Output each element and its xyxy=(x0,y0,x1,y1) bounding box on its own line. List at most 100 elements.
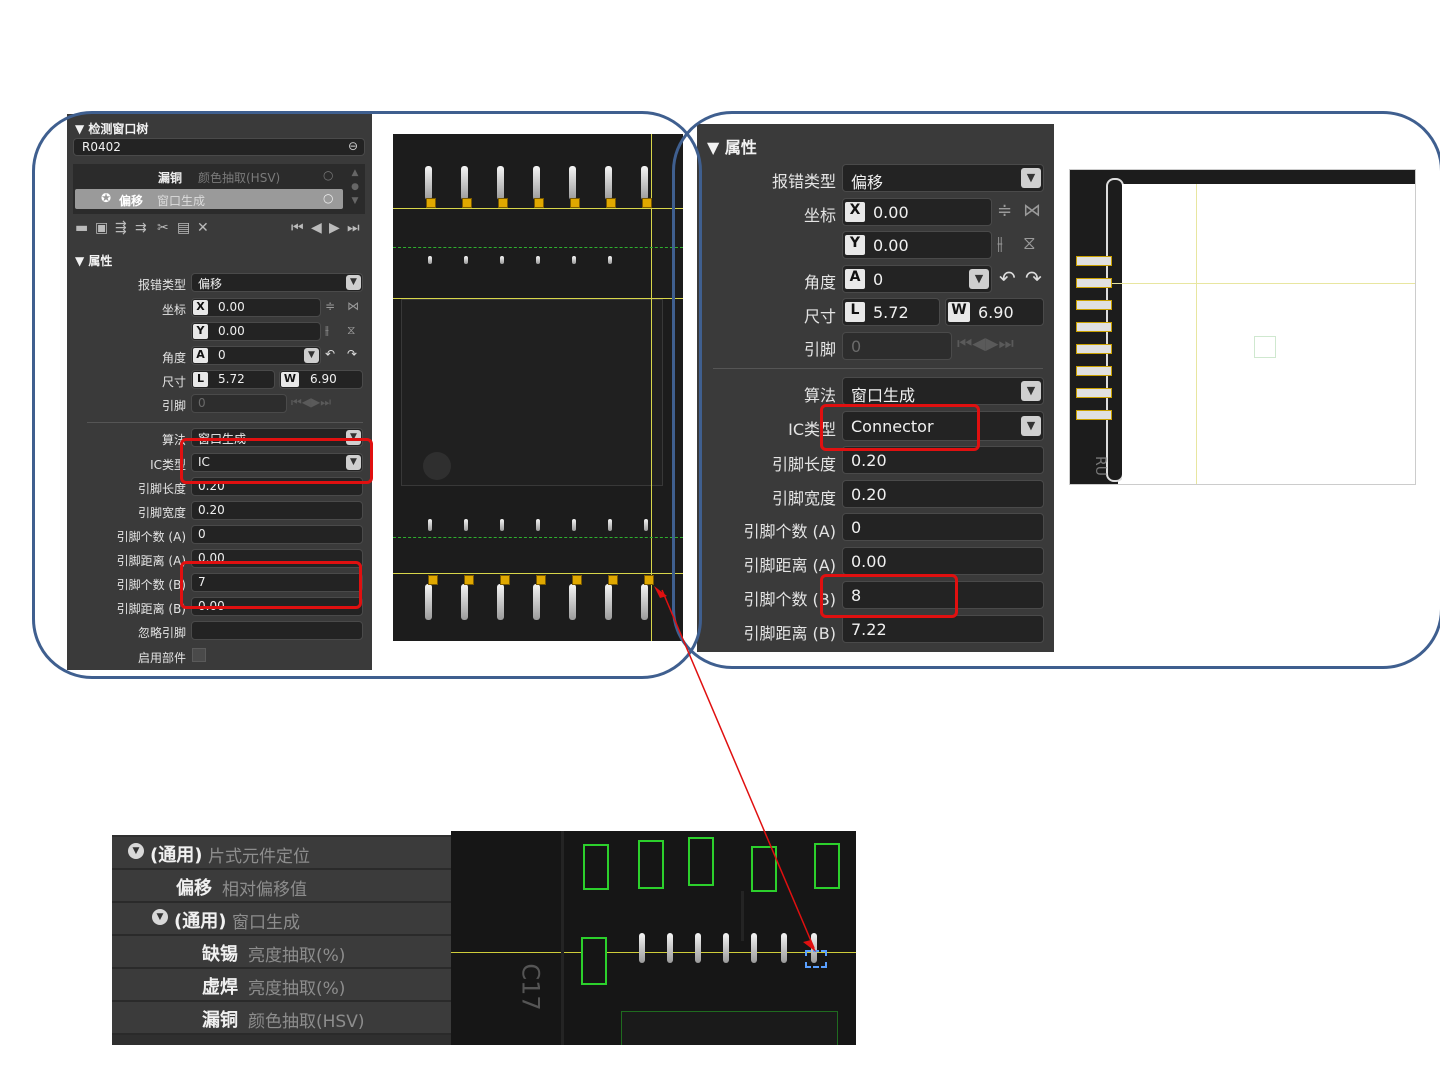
error-type-select[interactable]: 偏移 ▼ xyxy=(191,273,363,292)
paste-icon[interactable]: ▤ xyxy=(177,220,190,236)
props-header[interactable]: ▼ 属性 xyxy=(75,252,112,269)
label-pin: 引脚 xyxy=(803,340,836,359)
align-h-icon[interactable]: ≑ xyxy=(997,200,1012,221)
tree-search-input[interactable]: R0402 ⊖ xyxy=(73,138,365,156)
a-tag: A xyxy=(193,348,208,363)
flip-h-icon[interactable]: ⋈ xyxy=(1023,200,1041,221)
selected-pin-marker xyxy=(805,950,827,968)
lead xyxy=(428,519,432,531)
connector-pin xyxy=(1076,410,1112,420)
pin-count-a-field[interactable]: 0 xyxy=(842,513,1044,541)
guide-line xyxy=(393,298,683,299)
align-v-icon[interactable]: ⫲ xyxy=(997,233,1003,254)
label-coord: 坐标 xyxy=(161,303,186,317)
w-tag: W xyxy=(281,372,299,387)
pin-dist-b-field[interactable]: 7.22 xyxy=(842,615,1044,643)
y-field[interactable]: 0.00 xyxy=(191,322,321,341)
pin-nav-icon[interactable]: ⏮◀▶⏭ xyxy=(291,395,331,410)
chevron-down-icon[interactable]: ▼ xyxy=(304,348,319,363)
algo-select[interactable]: 窗口生成 ▼ xyxy=(842,377,1044,405)
lead xyxy=(723,933,729,963)
lead xyxy=(667,933,673,963)
tree-row[interactable]: 偏移 相对偏移值 xyxy=(112,870,452,903)
lead xyxy=(425,166,432,200)
props-header[interactable]: ▼ 属性 xyxy=(707,134,757,158)
append-icon[interactable]: ⇉ xyxy=(135,220,147,236)
first-icon[interactable]: ⏮ xyxy=(291,220,304,236)
label-coord: 坐标 xyxy=(803,206,836,225)
tree-toolbar: ▬ ▣ ⇶ ⇉ ✂ ▤ ✕ ⏮ ◀ ▶ ⏭ xyxy=(73,220,365,240)
pin1-dot xyxy=(423,452,451,480)
tree-header[interactable]: ▼ 检测窗口树 xyxy=(75,120,148,137)
pad xyxy=(606,198,616,208)
tree-item-copper[interactable]: 漏铜 颜色抽取(HSV) ○ xyxy=(73,166,343,186)
pin-width-field[interactable]: 0.20 xyxy=(842,480,1044,508)
error-type-select[interactable]: 偏移 ▼ xyxy=(842,164,1044,192)
board-pcb-image: C17 xyxy=(451,831,856,1045)
rotate-cw-icon[interactable]: ↷ xyxy=(1025,266,1042,290)
lead xyxy=(497,584,504,620)
flip-h-icon[interactable]: ⋈ xyxy=(347,299,359,313)
lead xyxy=(425,584,432,620)
bottom-tree-panel: ▼ (通用) 片式元件定位 偏移 相对偏移值 ▼ (通用) 窗口生成 缺锡 亮度… xyxy=(112,835,452,1045)
pin-width-field[interactable]: 0.20 xyxy=(191,501,363,520)
board-trace xyxy=(561,831,564,1045)
enable-part-checkbox[interactable] xyxy=(192,648,206,662)
delete-icon[interactable]: ✕ xyxy=(197,220,209,236)
tree-row[interactable]: ▼ (通用) 片式元件定位 xyxy=(112,837,452,870)
radio-icon[interactable]: ○ xyxy=(323,168,333,182)
rotate-ccw-icon[interactable]: ↶ xyxy=(999,266,1016,290)
copy-icon[interactable]: ▣ xyxy=(95,220,108,236)
ignore-pin-field[interactable] xyxy=(191,621,363,640)
insert-icon[interactable]: ⇶ xyxy=(115,220,127,236)
label-pin-dist-a: 引脚距离 (A) xyxy=(116,554,186,568)
pad xyxy=(534,198,544,208)
collapse-circle-icon[interactable]: ▼ xyxy=(152,909,168,925)
pin-dist-a-field[interactable]: 0.00 xyxy=(842,547,1044,575)
flip-v-icon[interactable]: ⧖ xyxy=(1023,233,1036,254)
lead xyxy=(572,519,576,531)
chip-component xyxy=(688,837,714,886)
expand-icon[interactable]: ✪ xyxy=(101,191,111,205)
tree-scrollbar[interactable]: ▲ ● ▼ xyxy=(349,166,361,210)
lead xyxy=(639,933,645,963)
chevron-down-icon[interactable]: ▼ xyxy=(1021,381,1041,401)
pad xyxy=(500,575,510,585)
chevron-down-icon[interactable]: ▼ xyxy=(346,275,361,290)
pad xyxy=(642,198,652,208)
chevron-down-icon[interactable]: ▼ xyxy=(969,269,989,289)
align-v-icon[interactable]: ⫲ xyxy=(325,323,329,338)
y-tag: Y xyxy=(845,235,865,255)
last-icon[interactable]: ⏭ xyxy=(347,220,360,236)
flip-v-icon[interactable]: ⧖ xyxy=(347,323,355,338)
ic-type-highlight xyxy=(820,404,980,451)
tree-row[interactable]: 虚焊 亮度抽取(%) xyxy=(112,969,452,1002)
tree-list: 漏铜 颜色抽取(HSV) ○ ✪ 偏移 窗口生成 ○ ▲ ● ▼ xyxy=(73,164,365,214)
tree-item-offset[interactable]: ✪ 偏移 窗口生成 ○ xyxy=(75,189,343,209)
prev-icon[interactable]: ◀ xyxy=(311,220,322,236)
chevron-down-icon[interactable]: ▼ xyxy=(1021,416,1041,436)
lead xyxy=(572,256,576,264)
pin-nav-icon[interactable]: ⏮◀▶⏭ xyxy=(957,334,1014,354)
radio-icon[interactable]: ○ xyxy=(323,191,333,205)
w-tag: W xyxy=(948,302,970,322)
panel-icon[interactable]: ▬ xyxy=(75,220,88,236)
pin-count-b-highlight xyxy=(180,561,362,609)
pad xyxy=(426,198,436,208)
tree-row[interactable]: ▼ (通用) 窗口生成 xyxy=(112,903,452,936)
rotate-ccw-icon[interactable]: ↶ xyxy=(325,347,335,361)
chevron-down-icon[interactable]: ▼ xyxy=(1021,168,1041,188)
collapse-circle-icon[interactable]: ▼ xyxy=(128,843,144,859)
rotate-cw-icon[interactable]: ↷ xyxy=(347,347,357,361)
tree-row[interactable]: 缺锡 亮度抽取(%) xyxy=(112,936,452,969)
pin-count-a-field[interactable]: 0 xyxy=(191,525,363,544)
tree-row[interactable]: 漏铜 颜色抽取(HSV) xyxy=(112,1002,452,1035)
pad xyxy=(608,575,618,585)
pad xyxy=(536,575,546,585)
link-icon[interactable]: ⊖ xyxy=(348,139,358,153)
next-icon[interactable]: ▶ xyxy=(329,220,340,236)
cut-icon[interactable]: ✂ xyxy=(157,220,169,236)
angle-select[interactable]: 0 ▼ xyxy=(191,346,321,365)
x-field[interactable]: 0.00 xyxy=(191,298,321,317)
align-h-icon[interactable]: ≑ xyxy=(325,299,335,313)
